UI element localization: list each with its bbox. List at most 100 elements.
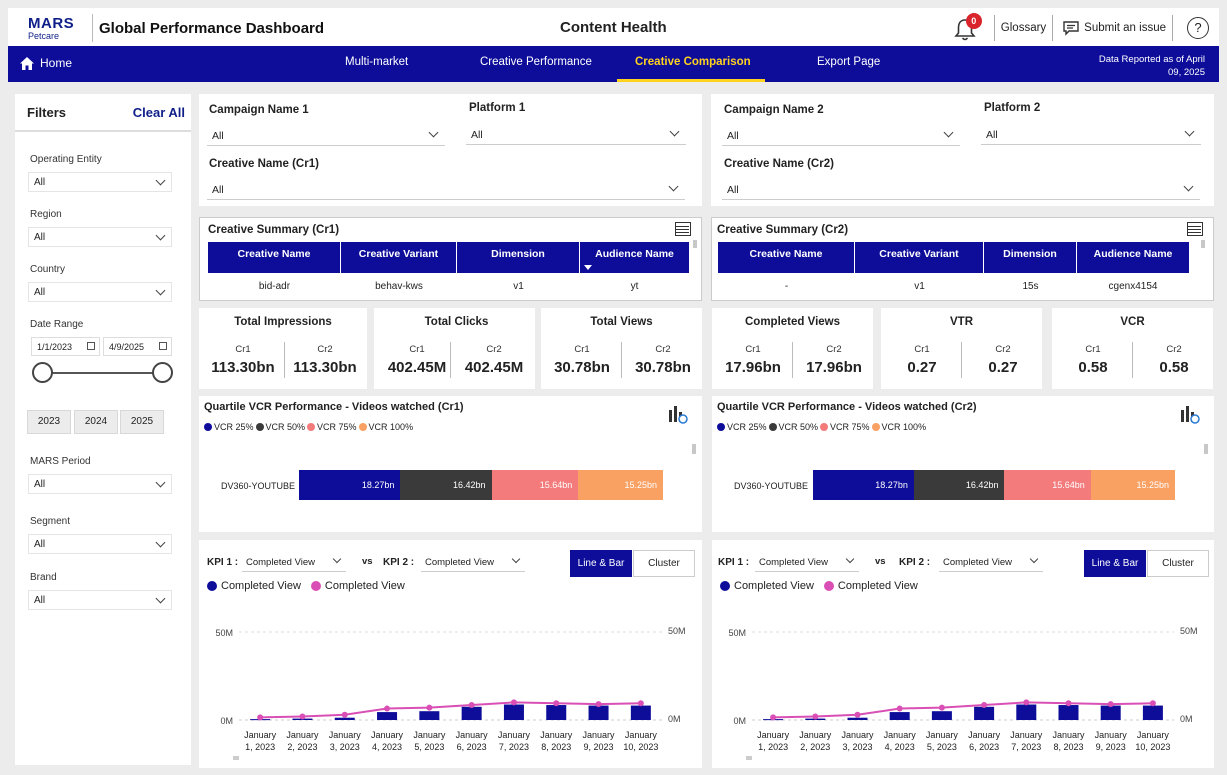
year-button-2025[interactable]: 2025: [120, 410, 164, 434]
end-date-input[interactable]: 4/9/2025: [103, 337, 172, 356]
reported-line-2: 09, 2025: [1168, 67, 1205, 78]
chart-options-icon[interactable]: [668, 404, 688, 424]
year-button-2023[interactable]: 2023: [27, 410, 71, 434]
clear-all-button[interactable]: Clear All: [133, 105, 185, 120]
kpi-2-select[interactable]: Completed View: [939, 552, 1043, 572]
bar: [334, 717, 355, 720]
line-bar-toggle[interactable]: Line & Bar: [1084, 550, 1146, 577]
horizontal-scrollbar: [233, 756, 239, 760]
kpi-1-select[interactable]: Completed View: [755, 552, 859, 572]
operating-entity-select[interactable]: All: [28, 172, 172, 192]
region-select[interactable]: All: [28, 227, 172, 247]
start-date-input[interactable]: 1/1/2023: [31, 337, 100, 356]
legend-dot: [717, 423, 725, 431]
quartile-bar-segment[interactable]: 15.64bn: [1004, 470, 1091, 500]
brand-select[interactable]: All: [28, 590, 172, 610]
platform-2-select[interactable]: All: [981, 123, 1201, 145]
column-header[interactable]: Audience Name: [1077, 242, 1189, 273]
chevron-down-icon: [943, 127, 954, 138]
creative-1-select[interactable]: All: [207, 178, 685, 200]
kpi-title: VCR: [1120, 316, 1145, 328]
legend-label: VCR 25%: [214, 422, 254, 432]
x-axis-tick-label: 8, 2023: [541, 742, 571, 752]
quartile-bar-segment[interactable]: 15.64bn: [491, 470, 579, 500]
glossary-link[interactable]: Glossary: [1001, 22, 1046, 34]
tab-creative-comparison[interactable]: Creative Comparison: [635, 56, 751, 68]
campaign-2-select[interactable]: All: [722, 124, 960, 146]
mars-period-select[interactable]: All: [28, 474, 172, 494]
table-icon[interactable]: [1187, 222, 1203, 236]
home-button[interactable]: Home: [20, 56, 72, 70]
bar: [889, 712, 910, 720]
column-header[interactable]: Creative Name: [208, 242, 341, 273]
quartile-bar-segment[interactable]: 18.27bn: [299, 470, 401, 500]
x-axis-tick-label: 3, 2023: [842, 742, 872, 752]
quartile-bar-segment[interactable]: 15.25bn: [1090, 470, 1175, 500]
quartile-bar-segment[interactable]: 18.27bn: [813, 470, 914, 500]
bar: [419, 711, 440, 720]
scrollbar[interactable]: [1204, 444, 1208, 454]
date-slider-track[interactable]: [42, 372, 164, 374]
calendar-icon: [87, 342, 95, 350]
kpi-1-select[interactable]: Completed View: [242, 552, 346, 572]
x-axis-tick-label: 9, 2023: [584, 742, 614, 752]
platform-1-select[interactable]: All: [466, 123, 686, 145]
filters-title: Filters: [27, 104, 67, 120]
column-header[interactable]: Creative Name: [718, 242, 855, 273]
column-header-sorted[interactable]: Audience Name: [580, 242, 689, 273]
column-header[interactable]: Creative Variant: [341, 242, 457, 273]
x-axis-tick-label: 1, 2023: [245, 742, 275, 752]
chevron-down-icon: [155, 537, 166, 548]
x-axis-tick-label: January: [1137, 730, 1170, 740]
chevron-down-icon: [332, 554, 342, 564]
series-line: [773, 701, 1153, 719]
submit-issue-label: Submit an issue: [1084, 22, 1166, 34]
line-bar-toggle[interactable]: Line & Bar: [570, 550, 632, 577]
chart-options-icon[interactable]: [1180, 404, 1200, 424]
cluster-toggle[interactable]: Cluster: [633, 550, 695, 577]
kpi-1-label: KPI 1 :: [718, 557, 750, 568]
x-axis-tick-label: 10, 2023: [623, 742, 658, 752]
legend-label: Completed View: [221, 580, 301, 592]
creative-2-label: Creative Name (Cr2): [724, 158, 834, 170]
header-divider: [92, 14, 93, 42]
quartile-bar-segment[interactable]: 16.42bn: [400, 470, 492, 500]
x-axis-tick-label: 7, 2023: [1011, 742, 1041, 752]
creative-2-select[interactable]: All: [722, 178, 1200, 200]
x-axis-tick-label: January: [498, 730, 531, 740]
x-axis-tick-label: January: [968, 730, 1001, 740]
segment-select[interactable]: All: [28, 534, 172, 554]
tab-creative-performance[interactable]: Creative Performance: [480, 56, 592, 68]
date-slider-start-handle[interactable]: [32, 362, 53, 383]
submit-issue-button[interactable]: Submit an issue: [1059, 20, 1166, 36]
x-axis-tick-label: January: [244, 730, 277, 740]
home-label: Home: [40, 56, 73, 70]
tab-multi-market[interactable]: Multi-market: [345, 56, 408, 68]
mars-petcare-logo[interactable]: MARS Petcare: [8, 16, 88, 41]
table-icon[interactable]: [675, 222, 691, 236]
kpi-2-select[interactable]: Completed View: [421, 552, 525, 572]
notification-button[interactable]: 0: [954, 13, 982, 41]
column-header[interactable]: Dimension: [984, 242, 1077, 273]
country-select[interactable]: All: [28, 282, 172, 302]
line-point: [468, 702, 475, 709]
kpi-cr1-value: 113.30bn: [211, 359, 275, 376]
kpi-trend-chart: 50M 0M 50M 0M January 1, 2023 January 2, 2023 Ja…: [728, 626, 1198, 760]
help-button[interactable]: ?: [1187, 17, 1209, 39]
campaign-1-select[interactable]: All: [207, 124, 445, 146]
quartile-bar-segment[interactable]: 16.42bn: [913, 470, 1005, 500]
cluster-toggle[interactable]: Cluster: [1147, 550, 1209, 577]
bar: [1100, 705, 1121, 720]
scrollbar[interactable]: [1201, 240, 1205, 248]
year-button-2024[interactable]: 2024: [74, 410, 118, 434]
tab-export-page[interactable]: Export Page: [817, 56, 880, 68]
column-header[interactable]: Dimension: [457, 242, 580, 273]
end-date-value: 4/9/2025: [109, 342, 145, 352]
vs-label: vs: [875, 556, 886, 567]
column-header[interactable]: Creative Variant: [855, 242, 984, 273]
quartile-bar-segment[interactable]: 15.25bn: [578, 470, 663, 500]
scrollbar[interactable]: [693, 240, 697, 248]
date-slider-end-handle[interactable]: [152, 362, 173, 383]
scrollbar[interactable]: [692, 444, 696, 454]
line-point: [1065, 700, 1072, 707]
